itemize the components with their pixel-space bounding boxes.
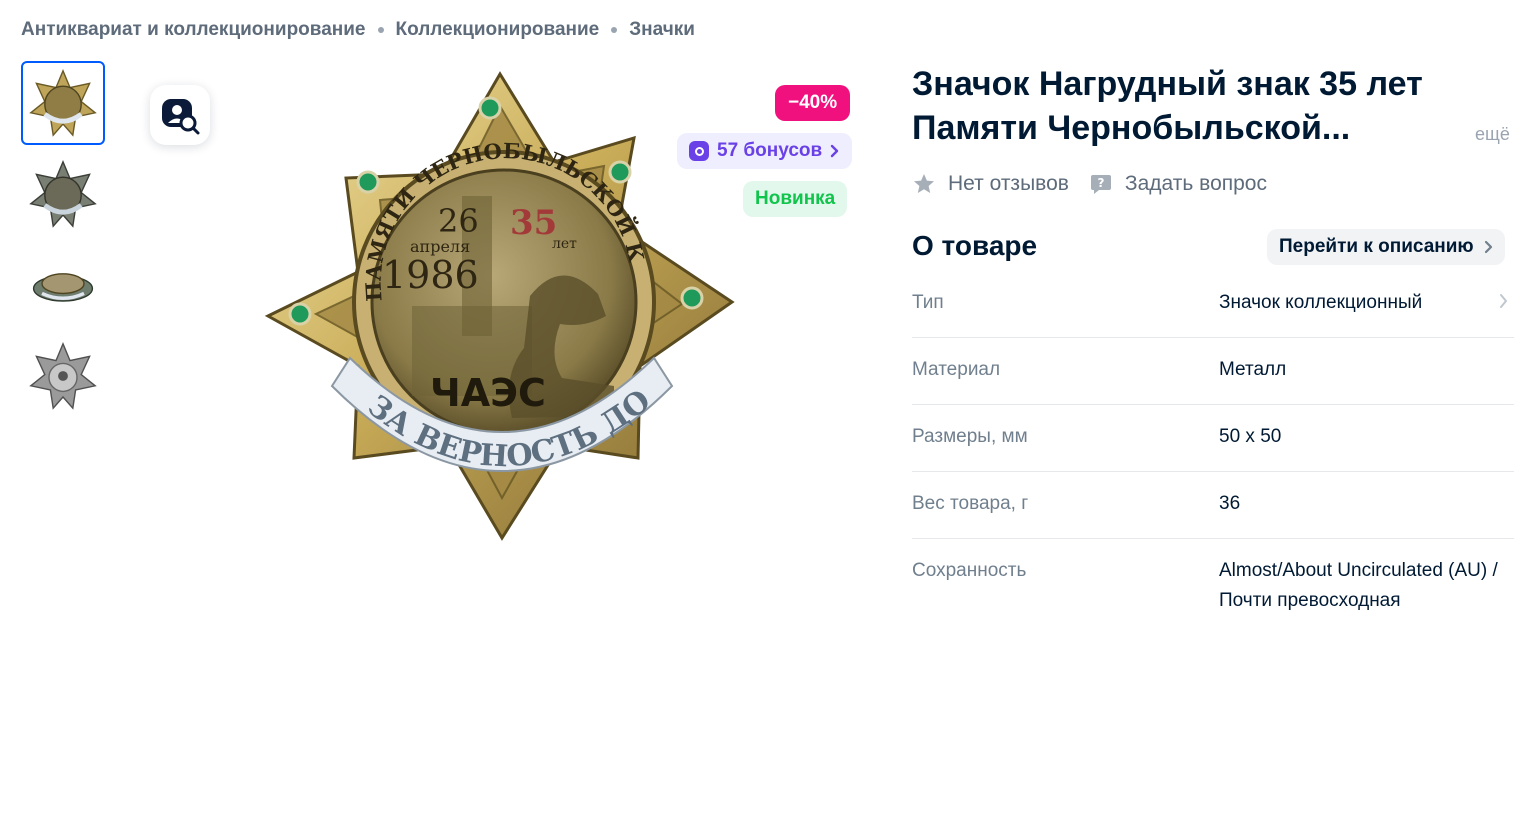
bonus-icon xyxy=(689,141,709,161)
product-title: Значок Нагрудный знак 35 лет Памяти Черн… xyxy=(912,65,1423,147)
product-meta-row: Нет отзывов ? Задать вопрос xyxy=(912,172,1267,196)
photo-search-icon xyxy=(162,99,200,135)
product-main-image[interactable]: ПАМЯТИ ЧЕРНОБЫЛЬСКОЙ КАТАСТРОФЫ 26 апрел… xyxy=(262,66,742,546)
goto-description-label: Перейти к описанию xyxy=(1279,236,1474,257)
spec-label: Сохранность xyxy=(912,560,1027,581)
spec-row-material: Материал Металл xyxy=(912,338,1514,405)
spec-row-type[interactable]: Тип Значок коллекционный xyxy=(912,271,1514,338)
badge-year: 1986 xyxy=(382,253,479,297)
breadcrumb: Антиквариат и коллекционирование Коллекц… xyxy=(21,19,695,41)
chevron-right-icon xyxy=(1500,294,1507,308)
goto-description-button[interactable]: Перейти к описанию xyxy=(1267,229,1505,265)
spec-label: Вес товара, г xyxy=(912,493,1029,514)
svg-text:?: ? xyxy=(1097,176,1104,190)
reviews-link[interactable]: Нет отзывов xyxy=(912,172,1069,196)
spec-label: Тип xyxy=(912,292,944,313)
ask-question-link[interactable]: ? Задать вопрос xyxy=(1089,172,1267,196)
badge-years-suffix: лет xyxy=(552,236,577,252)
spec-value: Almost/About Uncirculated (AU) / Почти п… xyxy=(1219,560,1498,611)
spec-value: Металл xyxy=(1219,359,1287,380)
about-section-title: О товаре xyxy=(912,230,1038,261)
question-bubble-icon: ? xyxy=(1090,175,1111,194)
breadcrumb-separator xyxy=(377,27,384,33)
chevron-right-icon xyxy=(1484,240,1492,254)
thumbnail-2[interactable] xyxy=(21,152,105,236)
badge-years: 35 xyxy=(510,203,557,243)
badge-date-day: 26 xyxy=(438,202,479,240)
breadcrumb-separator xyxy=(611,27,618,33)
spec-row-condition: Сохранность Almost/About Uncirculated (A… xyxy=(912,539,1514,616)
ask-question-label: Задать вопрос xyxy=(1124,172,1267,195)
star-icon xyxy=(914,174,934,193)
spec-label: Размеры, мм xyxy=(912,426,1028,447)
discount-badge: −40% xyxy=(775,85,851,121)
thumbnail-4[interactable] xyxy=(21,334,105,418)
spec-value: 50 x 50 xyxy=(1219,426,1282,447)
thumbnail-3[interactable] xyxy=(21,243,105,327)
badge-station: ЧАЭС xyxy=(430,371,546,415)
spec-row-weight: Вес товара, г 36 xyxy=(912,472,1514,539)
title-more-link[interactable]: ещё xyxy=(1475,124,1510,145)
chevron-right-icon xyxy=(830,144,839,158)
bonus-label: 57 бонусов xyxy=(717,140,823,161)
spec-row-dimensions: Размеры, мм 50 x 50 xyxy=(912,405,1514,472)
breadcrumb-item-collecting[interactable]: Коллекционирование xyxy=(396,19,600,41)
spec-label: Материал xyxy=(912,359,1001,380)
badge-thumbnail-image xyxy=(29,68,97,137)
bonus-badge[interactable]: 57 бонусов xyxy=(677,133,853,169)
spec-value: 36 xyxy=(1219,493,1241,514)
thumbnail-1[interactable] xyxy=(21,61,105,145)
badge-thumbnail-image xyxy=(29,341,97,410)
breadcrumb-item-badges[interactable]: Значки xyxy=(629,19,695,41)
new-badge: Новинка xyxy=(743,181,848,217)
badge-thumbnail-image xyxy=(29,159,97,228)
breadcrumb-item-antiques[interactable]: Антиквариат и коллекционирование xyxy=(21,19,366,41)
specs-table: Тип Значок коллекционный Материал Металл… xyxy=(912,271,1514,616)
thumbnail-gallery xyxy=(21,61,105,425)
spec-value: Значок коллекционный xyxy=(1219,292,1423,313)
badge-thumbnail-image xyxy=(32,273,94,302)
reviews-label: Нет отзывов xyxy=(948,172,1069,195)
image-search-button[interactable] xyxy=(150,85,210,145)
